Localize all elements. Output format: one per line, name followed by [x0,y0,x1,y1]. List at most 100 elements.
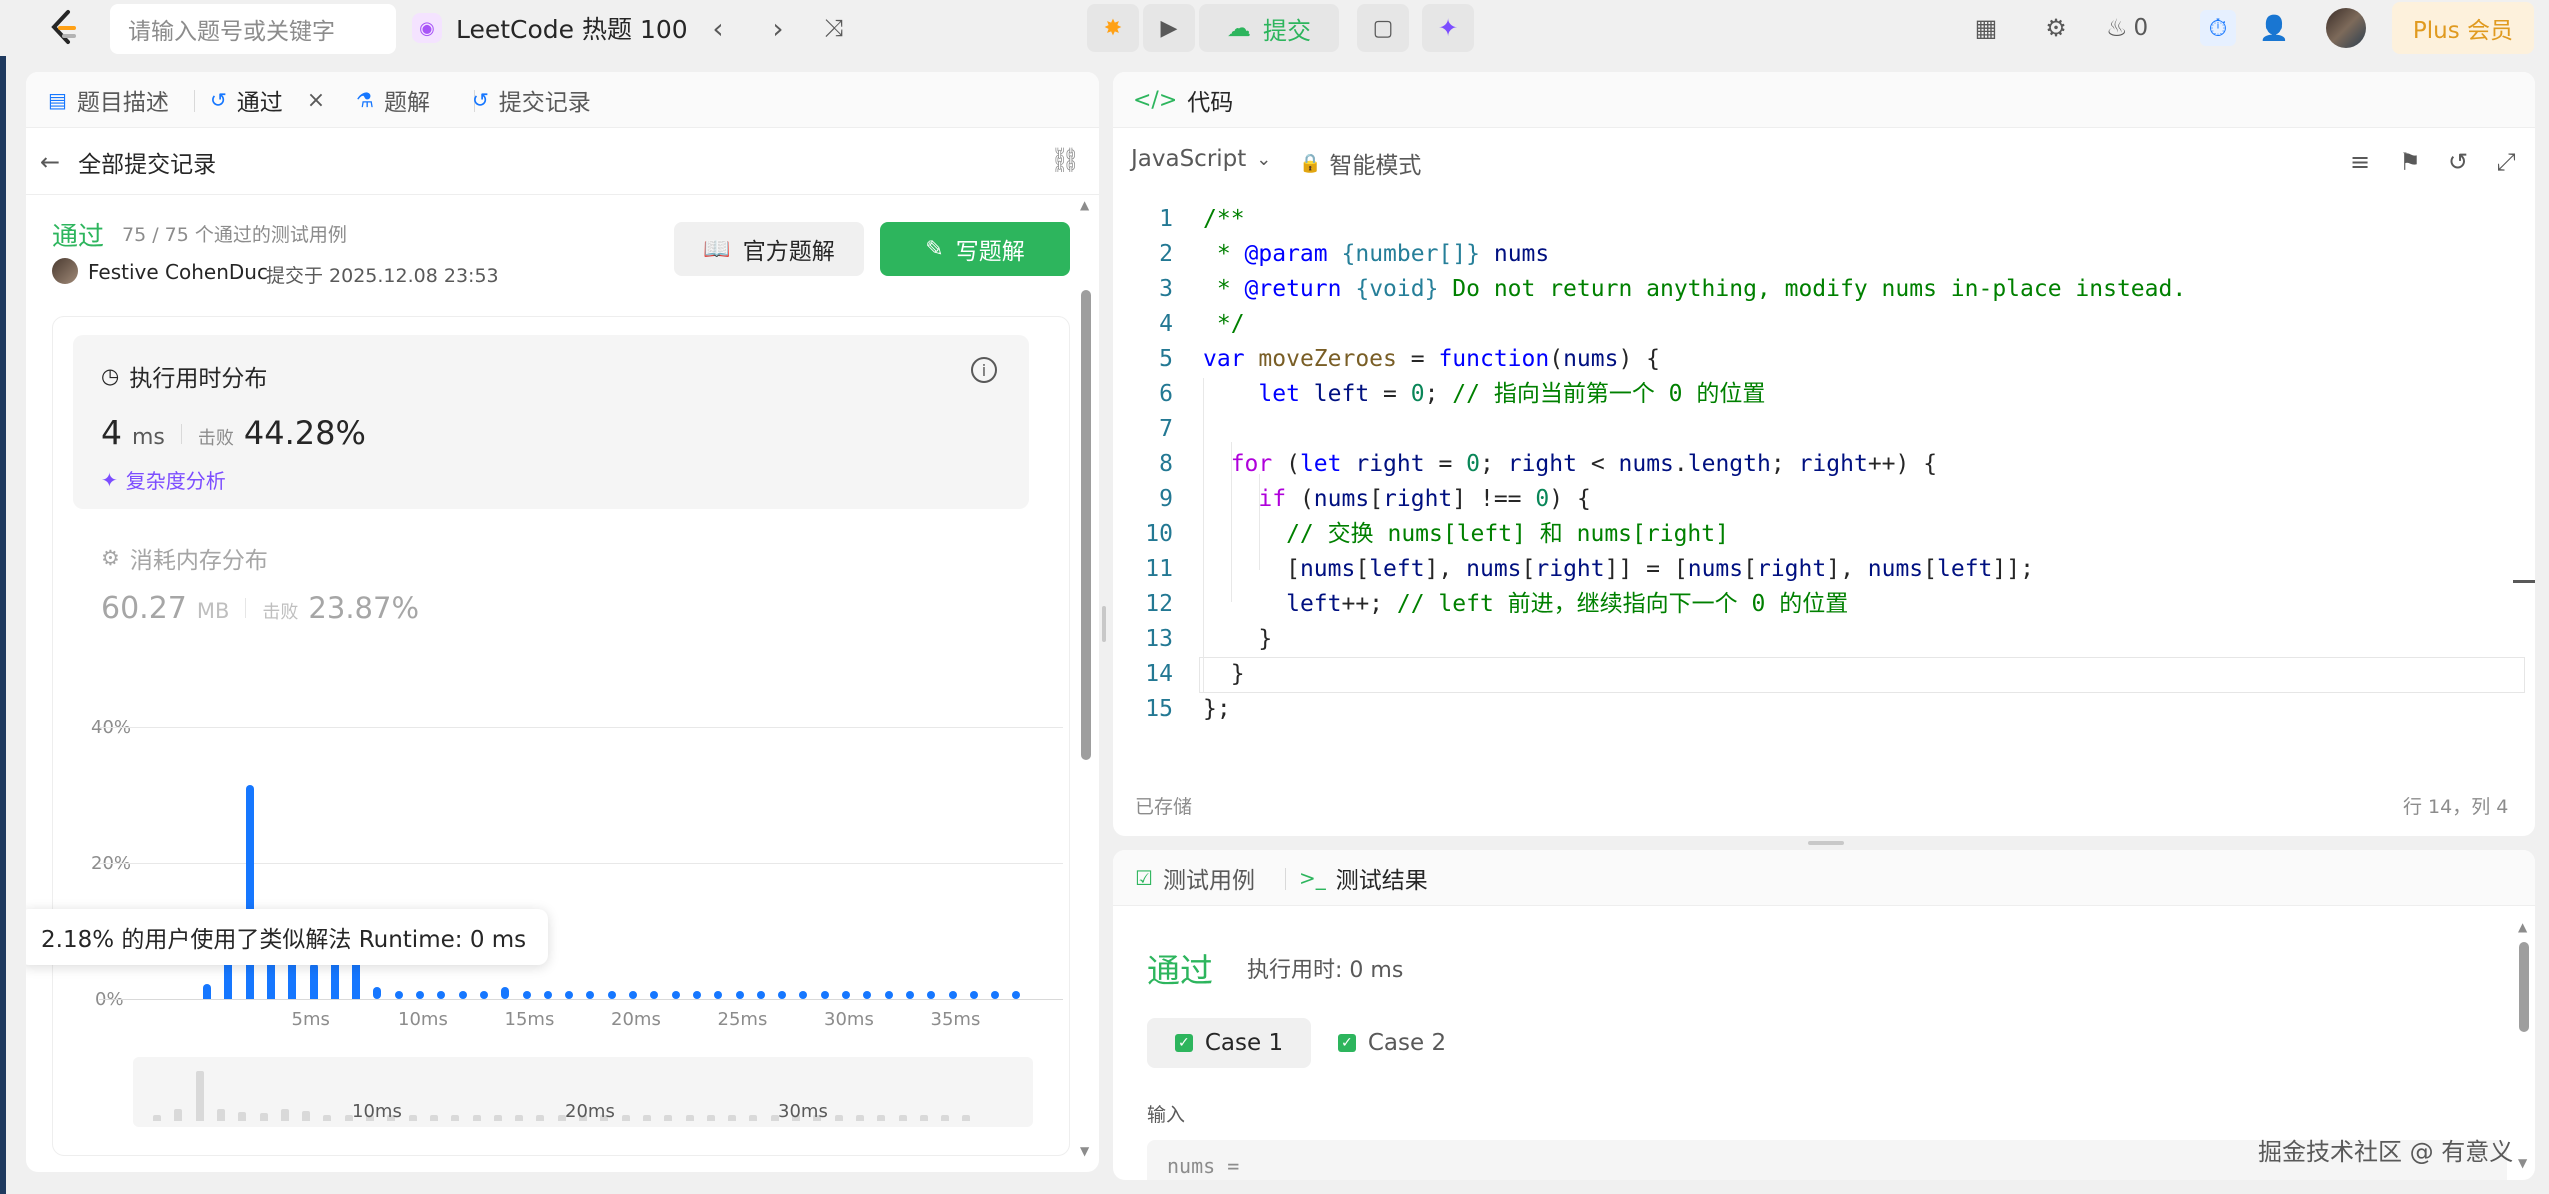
code-line: 5 var moveZeroes = function(nums) { [1159,346,1661,372]
back-to-submissions[interactable]: ← 全部提交记录 [40,144,216,180]
code-icon: </> [1133,87,1178,113]
tab-accepted[interactable]: ↺ 通过 × [210,84,325,117]
mini-bar [706,1115,715,1121]
case-tab-1[interactable]: ✓ Case 1 [1147,1018,1311,1068]
scroll-up-arrow[interactable]: ▲ [1080,198,1089,212]
fullscreen-icon[interactable]: ⤢ [2491,146,2521,178]
format-icon[interactable]: ≡ [2345,146,2375,178]
chart-bar[interactable] [416,990,424,999]
mini-bar [195,1070,204,1121]
scrollbar-thumb[interactable] [2519,942,2529,1032]
search-input[interactable]: 请输入题号或关键字 [110,4,396,54]
chart-bar[interactable] [565,990,574,999]
chart-bar[interactable] [501,986,510,999]
chart-bar[interactable] [863,990,872,999]
tab-test-results[interactable]: >_ 测试结果 [1299,862,1428,894]
chart-bar[interactable] [991,990,1000,999]
chart-bar[interactable] [778,990,787,999]
code-area[interactable]: 1/** 2 * @param {number[]} nums 3 * @ret… [1113,202,2535,762]
shuffle-icon[interactable]: ⤨ [816,12,852,44]
chart-bar[interactable] [607,990,616,999]
chart-bar[interactable] [586,990,595,999]
test-scrollbar[interactable]: ▲ ▼ [2517,920,2531,1180]
vertical-resize-handle[interactable] [1808,841,1844,845]
chart-bar[interactable] [458,990,467,999]
reset-icon[interactable]: ↺ [2443,146,2473,178]
scroll-down-arrow[interactable]: ▼ [1080,1144,1089,1158]
avatar[interactable] [2326,8,2366,48]
scroll-marker [2513,580,2535,583]
run-button[interactable]: ▶ [1143,4,1195,52]
next-problem-icon[interactable]: › [760,12,796,45]
official-solution-button[interactable]: 📖 官方题解 [674,222,864,276]
chart-bar[interactable] [884,990,893,999]
tab-label: 通过 [236,90,283,116]
mini-bar [536,1115,545,1121]
close-icon[interactable]: × [307,88,325,113]
mini-chart[interactable]: 10ms 20ms 30ms [133,1057,1033,1127]
chart-bar[interactable] [692,990,701,999]
chart-bar[interactable] [245,784,254,999]
chart-bar[interactable] [756,990,765,999]
debug-button[interactable]: ✸ [1087,4,1139,52]
scroll-up-arrow[interactable]: ▲ [2518,920,2527,934]
chart-bar[interactable] [1012,990,1021,999]
cloud-upload-icon: ☁ [1227,14,1251,42]
tab-divider [194,90,195,112]
history-icon: ↺ [210,88,227,112]
problem-list-button[interactable]: ◉ LeetCode 热题 100 [412,8,688,48]
note-button[interactable]: ▢ [1357,4,1409,52]
play-icon: ▶ [1160,15,1178,41]
tab-solutions[interactable]: ⚗ 题解 [356,84,430,116]
prev-problem-icon[interactable]: ‹ [700,12,736,45]
flame-icon: ♨ [2106,14,2128,42]
chart-bar[interactable] [799,990,808,999]
mini-bar [642,1115,651,1121]
chart-bar[interactable] [820,990,829,999]
plus-membership-button[interactable]: Plus 会员 [2392,2,2534,54]
chart-bar[interactable] [479,990,488,999]
chart-bar[interactable] [522,990,531,999]
link-icon[interactable]: ⛓ [1050,146,1080,174]
tab-test-cases[interactable]: ☑ 测试用例 [1135,862,1255,894]
chart-bar[interactable] [437,990,446,999]
layout-icon[interactable]: ▦ [1968,12,2004,44]
write-solution-button[interactable]: ✎ 写题解 [880,222,1070,276]
chart-bar[interactable] [309,962,318,999]
ai-assist-button[interactable]: ✦ [1422,4,1474,52]
chart-bar[interactable] [969,990,978,999]
chart-bar[interactable] [650,990,659,999]
bookmark-icon[interactable]: ⚑ [2395,146,2425,178]
chart-bar[interactable] [905,990,914,999]
tab-description[interactable]: ▤ 题目描述 [48,84,169,116]
chart-bar[interactable] [927,990,936,999]
leetcode-logo[interactable] [44,8,84,48]
chart-bar[interactable] [543,990,552,999]
submit-button[interactable]: ☁ 提交 [1199,4,1339,52]
scrollbar-track[interactable]: ▲ ▼ [1078,198,1094,1168]
scroll-down-arrow[interactable]: ▼ [2518,1156,2527,1170]
chart-bar[interactable] [671,990,680,999]
smart-mode-toggle[interactable]: 🔒 智能模式 [1299,146,1421,180]
chart-bar[interactable] [735,990,744,999]
tab-submissions[interactable]: ↺ 提交记录 [472,84,591,116]
mini-bar [685,1115,694,1121]
chart-bar[interactable] [394,990,403,999]
language-select[interactable]: JavaScript ⌄ [1131,146,1271,172]
chart-bar[interactable] [842,990,850,999]
note-icon: ▢ [1372,15,1394,41]
submit-label: 提交 [1263,16,1311,45]
add-friend-icon[interactable]: 👤 [2256,12,2292,44]
timer-icon[interactable]: ⏱ [2200,10,2236,46]
streak-counter[interactable]: ♨ 0 [2106,12,2148,44]
chart-bar[interactable] [373,986,382,999]
gear-icon[interactable]: ⚙ [2038,12,2074,44]
chart-bar[interactable] [948,990,957,999]
scrollbar-thumb[interactable] [1081,290,1091,760]
case-tab-2[interactable]: ✓ Case 2 [1327,1018,1457,1068]
submitter-name[interactable]: Festive CohenDuc [88,260,268,284]
resize-handle[interactable] [1102,606,1106,642]
chart-bar[interactable] [629,990,637,999]
chart-bar[interactable] [714,990,723,999]
chart-bar[interactable] [203,984,211,999]
